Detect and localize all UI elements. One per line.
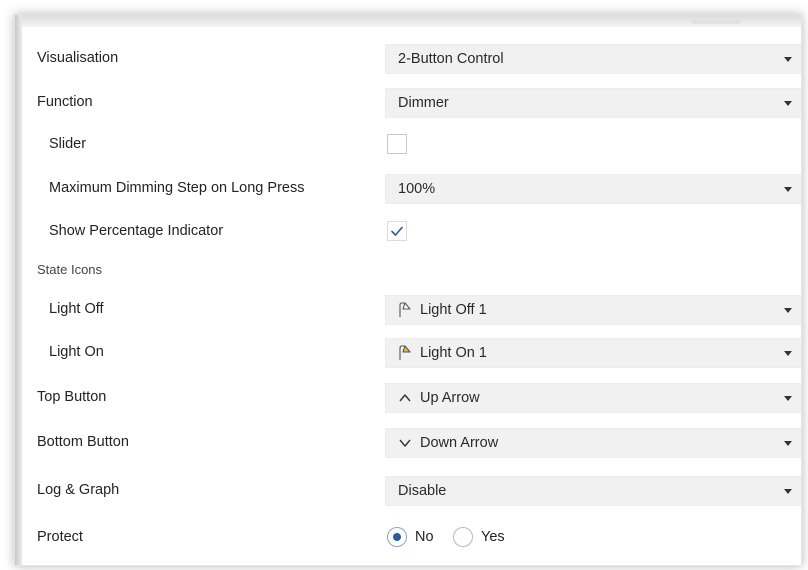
max-dimming-step-label: Maximum Dimming Step on Long Press [49, 180, 305, 196]
slider-checkbox[interactable] [387, 134, 407, 154]
chevron-down-icon [784, 441, 792, 446]
top-button-dropdown[interactable]: Up Arrow [385, 383, 801, 413]
bottom-button-label: Bottom Button [37, 434, 129, 450]
max-dimming-step-dropdown[interactable]: 100% [385, 174, 801, 204]
row-show-percentage: Show Percentage Indicator [15, 211, 801, 251]
top-button-value: Up Arrow [420, 390, 480, 406]
top-button-label: Top Button [37, 389, 107, 405]
checkmark-icon [391, 226, 403, 236]
row-light-on: Light On Light On 1 [15, 332, 801, 372]
parameter-panel: Visualisation 2-Button Control Function … [14, 14, 802, 566]
visualisation-value: 2-Button Control [398, 51, 504, 67]
panel-top-faint-text [691, 20, 741, 24]
panel-top-edge [15, 15, 801, 27]
protect-radio-no[interactable] [387, 527, 407, 547]
protect-option-no-label[interactable]: No [415, 517, 434, 557]
radio-selected-dot [393, 533, 401, 541]
light-on-value: Light On 1 [420, 345, 487, 361]
row-slider: Slider [15, 124, 801, 164]
row-log-graph: Log & Graph Disable [15, 470, 801, 510]
row-protect: Protect No Yes [15, 517, 801, 557]
row-function: Function Dimmer [15, 82, 801, 122]
function-label: Function [37, 94, 93, 110]
chevron-down-icon [784, 308, 792, 313]
chevron-down-icon [784, 57, 792, 62]
lamp-on-icon [399, 345, 411, 360]
log-graph-value: Disable [398, 483, 447, 499]
up-arrow-icon [399, 394, 411, 402]
lamp-off-icon [399, 302, 411, 317]
visualisation-dropdown[interactable]: 2-Button Control [385, 44, 801, 74]
protect-radio-yes[interactable] [453, 527, 473, 547]
row-light-off: Light Off Light Off 1 [15, 289, 801, 329]
visualisation-label: Visualisation [37, 50, 119, 66]
row-visualisation: Visualisation 2-Button Control [15, 38, 801, 78]
max-dimming-step-value: 100% [398, 181, 436, 197]
state-icons-section-label: State Icons [37, 262, 103, 277]
chevron-down-icon [784, 101, 792, 106]
slider-label: Slider [49, 136, 87, 152]
log-graph-dropdown[interactable]: Disable [385, 476, 801, 506]
row-max-dimming-step: Maximum Dimming Step on Long Press 100% [15, 168, 801, 208]
bottom-button-dropdown[interactable]: Down Arrow [385, 428, 801, 458]
row-state-icons: State Icons [15, 250, 801, 290]
row-top-button: Top Button Up Arrow [15, 377, 801, 417]
bottom-button-value: Down Arrow [420, 435, 499, 451]
light-off-value: Light Off 1 [420, 302, 487, 318]
show-percentage-label: Show Percentage Indicator [49, 223, 224, 239]
row-bottom-button: Bottom Button Down Arrow [15, 422, 801, 462]
chevron-down-icon [784, 396, 792, 401]
light-off-label: Light Off [49, 301, 104, 317]
show-percentage-checkbox[interactable] [387, 221, 407, 241]
chevron-down-icon [784, 351, 792, 356]
chevron-down-icon [784, 489, 792, 494]
function-value: Dimmer [398, 95, 449, 111]
function-dropdown[interactable]: Dimmer [385, 88, 801, 118]
protect-option-yes-label[interactable]: Yes [481, 517, 505, 557]
protect-label: Protect [37, 529, 83, 545]
light-off-dropdown[interactable]: Light Off 1 [385, 295, 801, 325]
down-arrow-icon [399, 439, 411, 447]
log-graph-label: Log & Graph [37, 482, 120, 498]
chevron-down-icon [784, 187, 792, 192]
light-on-label: Light On [49, 344, 104, 360]
light-on-dropdown[interactable]: Light On 1 [385, 338, 801, 368]
